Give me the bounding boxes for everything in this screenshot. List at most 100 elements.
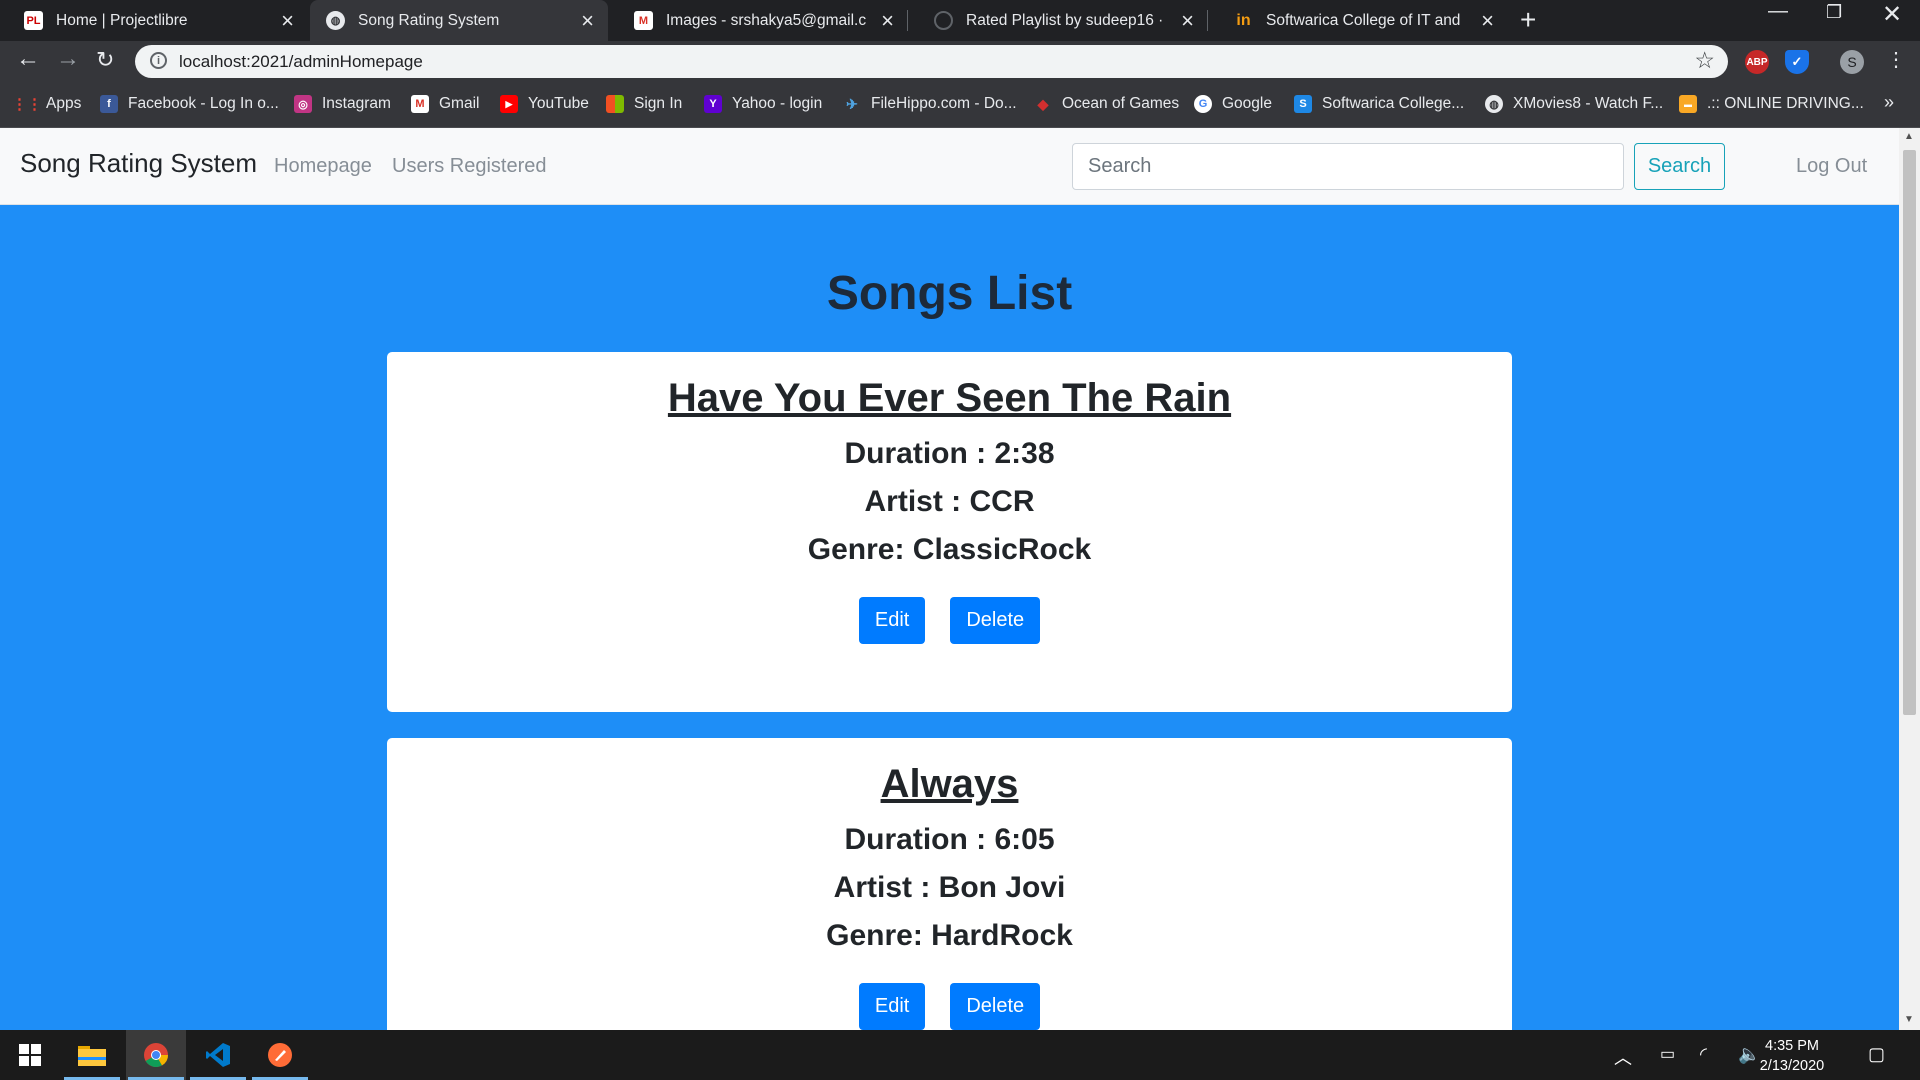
- bookmark-label: Ocean of Games: [1062, 95, 1180, 112]
- bookmark-label: .:: ONLINE DRIVING...: [1707, 95, 1864, 112]
- nav-link-homepage[interactable]: Homepage: [274, 155, 372, 178]
- github-icon: [934, 11, 953, 30]
- bookmark-star-icon[interactable]: ☆: [1694, 47, 1715, 74]
- logout-link[interactable]: Log Out: [1796, 155, 1867, 178]
- wifi-icon[interactable]: ◜: [1700, 1044, 1707, 1065]
- yahoo-icon: Y: [704, 95, 722, 113]
- page-viewport: Song Rating System Homepage Users Regist…: [0, 128, 1899, 1030]
- vscode-icon: [206, 1043, 230, 1067]
- tab-github-pull[interactable]: Rated Playlist by sudeep16 · Pull ×: [910, 0, 1208, 41]
- bookmark-xmovies8[interactable]: ◍ XMovies8 - Watch F...: [1485, 95, 1663, 113]
- address-bar[interactable]: i localhost:2021/adminHomepage ☆: [135, 45, 1728, 78]
- browser-toolbar: ← → ↻ i localhost:2021/adminHomepage ☆ A…: [0, 41, 1920, 82]
- google-icon: G: [1194, 95, 1212, 113]
- taskbar-postman[interactable]: [250, 1030, 310, 1080]
- close-tab-icon[interactable]: ×: [1481, 8, 1494, 34]
- bookmark-label: Apps: [46, 95, 82, 112]
- song-title: Have You Ever Seen The Rain: [667, 376, 1232, 420]
- reload-icon[interactable]: ↻: [96, 47, 114, 73]
- youtube-icon: ▶: [500, 95, 518, 113]
- profile-avatar[interactable]: S: [1840, 50, 1864, 74]
- bookmark-label: Softwarica College...: [1322, 95, 1465, 112]
- bookmark-gmail[interactable]: M Gmail: [411, 95, 479, 113]
- bookmark-label: Gmail: [439, 95, 480, 112]
- address-url: localhost:2021/adminHomepage: [179, 52, 423, 71]
- close-tab-icon[interactable]: ×: [581, 8, 594, 34]
- tab-softwarica[interactable]: in Softwarica College of IT and E-Co ×: [1210, 0, 1508, 41]
- close-tab-icon[interactable]: ×: [881, 8, 894, 34]
- bookmark-google[interactable]: G Google: [1194, 95, 1272, 113]
- bookmark-softwarica[interactable]: S Softwarica College...: [1294, 95, 1464, 113]
- tab-title: Home | Projectlibre: [56, 11, 188, 29]
- song-card: Have You Ever Seen The Rain Duration : 2…: [387, 352, 1512, 712]
- song-genre: Genre: ClassicRock: [807, 533, 1092, 566]
- close-tab-icon[interactable]: ×: [1181, 8, 1194, 34]
- shield-extension-icon[interactable]: ✓: [1785, 50, 1809, 74]
- song-actions: Edit Delete: [387, 983, 1512, 1030]
- minimize-icon[interactable]: —: [1768, 0, 1788, 23]
- projectlibre-icon: PL: [24, 11, 43, 30]
- bookmark-online-driving[interactable]: ▬ .:: ONLINE DRIVING...: [1679, 95, 1864, 113]
- scrollbar-thumb[interactable]: [1903, 150, 1916, 715]
- bookmark-facebook[interactable]: f Facebook - Log In o...: [100, 95, 279, 113]
- bookmark-apps[interactable]: ⋮⋮ Apps: [12, 95, 82, 113]
- page-scrollbar[interactable]: ▲ ▼: [1899, 128, 1920, 1030]
- scroll-down-icon[interactable]: ▼: [1904, 1014, 1914, 1025]
- globe-icon: ◍: [1485, 95, 1503, 113]
- delete-button[interactable]: Delete: [950, 597, 1041, 644]
- bookmark-instagram[interactable]: ◎ Instagram: [294, 95, 391, 113]
- scroll-up-icon[interactable]: ▲: [1904, 131, 1914, 142]
- new-tab-icon[interactable]: +: [1520, 4, 1536, 36]
- menu-kebab-icon[interactable]: ⋮: [1886, 47, 1906, 72]
- clock-time: 4:35 PM: [1765, 1038, 1819, 1054]
- bookmarks-overflow-icon[interactable]: »: [1884, 92, 1894, 113]
- bookmark-label: Facebook - Log In o...: [128, 95, 279, 112]
- taskbar-file-explorer[interactable]: [62, 1030, 122, 1080]
- adblock-plus-icon[interactable]: ABP: [1745, 50, 1769, 74]
- bookmark-filehippo[interactable]: ✈ FileHippo.com - Do...: [843, 95, 1017, 113]
- close-window-icon[interactable]: ✕: [1882, 0, 1902, 29]
- windows-logo-icon: [19, 1044, 41, 1066]
- system-clock[interactable]: 4:35 PM 2/13/2020: [1756, 1036, 1828, 1076]
- close-tab-icon[interactable]: ×: [281, 8, 294, 34]
- tab-song-rating-system[interactable]: ◍ Song Rating System ×: [310, 0, 608, 41]
- battery-icon[interactable]: ▭: [1660, 1044, 1675, 1064]
- navbar-brand[interactable]: Song Rating System: [20, 148, 257, 179]
- restore-icon[interactable]: ❐: [1826, 2, 1842, 23]
- tab-projectlibre[interactable]: PL Home | Projectlibre ×: [0, 0, 308, 41]
- tab-gmail-images[interactable]: M Images - srshakya5@gmail.com - ×: [610, 0, 908, 41]
- nav-link-users-registered[interactable]: Users Registered: [392, 155, 547, 178]
- gmail-icon: M: [634, 11, 653, 30]
- forward-icon[interactable]: →: [56, 45, 80, 73]
- bookmark-ocean-of-games[interactable]: ◆ Ocean of Games: [1034, 95, 1180, 113]
- show-hidden-icons-icon[interactable]: ︿: [1614, 1044, 1632, 1070]
- microsoft-icon: [606, 95, 624, 113]
- bookmark-sign-in[interactable]: Sign In: [606, 95, 682, 113]
- bookmarks-bar: ⋮⋮ Apps f Facebook - Log In o... ◎ Instagra…: [0, 82, 1920, 128]
- folder-icon: [78, 1046, 106, 1066]
- globe-icon: ◍: [326, 11, 345, 30]
- delete-button[interactable]: Delete: [950, 983, 1041, 1030]
- notification-center-icon[interactable]: ▢: [1868, 1044, 1885, 1065]
- bookmark-label: FileHippo.com - Do...: [871, 95, 1017, 112]
- chrome-icon: [144, 1043, 168, 1068]
- taskbar-vscode[interactable]: [188, 1030, 248, 1080]
- windows-start-button[interactable]: [0, 1030, 60, 1080]
- edit-button[interactable]: Edit: [858, 983, 926, 1030]
- browser-tab-strip: PL Home | Projectlibre × ◍ Song Rating S…: [0, 0, 1920, 41]
- taskbar-chrome[interactable]: [126, 1030, 186, 1080]
- song-artist: Artist : Bon Jovi: [833, 871, 1066, 904]
- back-icon[interactable]: ←: [16, 45, 40, 73]
- gmail-icon: M: [411, 95, 429, 113]
- song-duration: Duration : 2:38: [844, 437, 1055, 470]
- postman-icon: [268, 1043, 292, 1067]
- apps-grid-icon: ⋮⋮: [12, 96, 42, 113]
- bookmark-youtube[interactable]: ▶ YouTube: [500, 95, 589, 113]
- bookmark-yahoo[interactable]: Y Yahoo - login: [704, 95, 822, 113]
- search-input[interactable]: [1072, 143, 1624, 190]
- site-navbar: Song Rating System Homepage Users Regist…: [0, 128, 1899, 205]
- edit-button[interactable]: Edit: [858, 597, 926, 644]
- windows-taskbar: ︿ ▭ ◜ 🔈 4:35 PM 2/13/2020 ▢: [0, 1030, 1920, 1080]
- search-button[interactable]: Search: [1634, 143, 1725, 190]
- site-info-icon[interactable]: i: [150, 52, 167, 69]
